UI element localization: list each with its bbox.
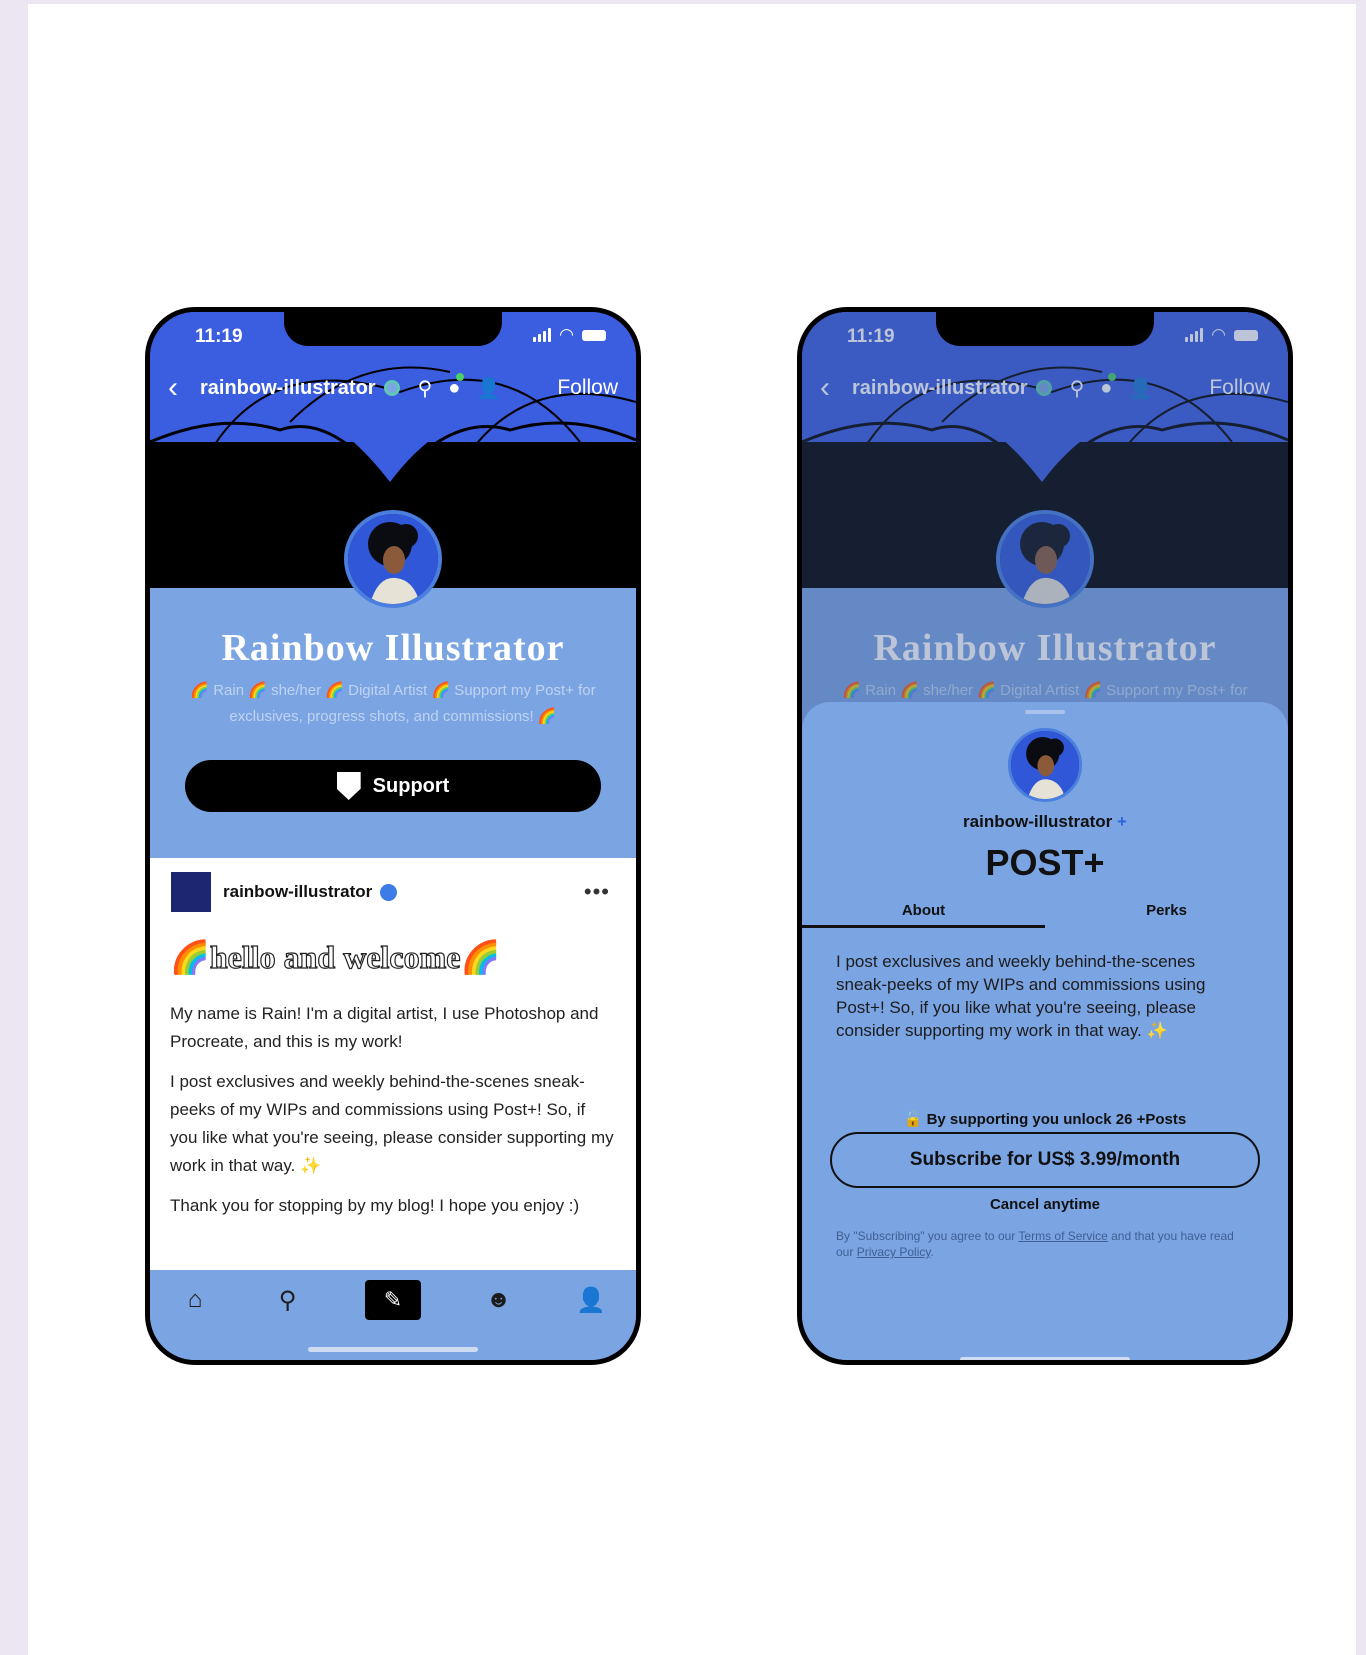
shield-star-icon <box>336 772 361 800</box>
post-header: rainbow-illustrator ••• <box>171 872 610 912</box>
status-time: 11:19 <box>195 326 243 347</box>
post-card: rainbow-illustrator ••• 🌈hello and welco… <box>150 858 636 1274</box>
terms-prefix: By "Subscribing" you agree to our <box>836 1229 1019 1243</box>
sheet-avatar <box>1008 728 1082 802</box>
cancel-note: Cancel anytime <box>989 1196 1101 1213</box>
subscribe-screen: 11:19 ◠ ‹ rainbow-illustrator ⚲ ● 👤 Foll… <box>802 312 1288 1360</box>
home-indicator <box>960 1357 1130 1360</box>
tab-perks[interactable]: Perks <box>1045 898 1288 928</box>
privacy-policy-link[interactable]: Privacy Policy <box>857 1245 931 1259</box>
blog-description: 🌈 Rain 🌈 she/her 🌈 Digital Artist 🌈 Supp… <box>190 682 596 725</box>
system-icons: ◠ <box>533 325 606 344</box>
about-text: I post exclusives and weekly behind-the-… <box>836 952 1206 1040</box>
bottom-tab-bar: ⌂ ⚲ ✎ ☻ 👤 <box>150 1270 636 1360</box>
follow-button[interactable]: Follow <box>557 376 618 400</box>
notch <box>936 312 1154 346</box>
blog-badge-icon <box>383 380 400 396</box>
activity-icon[interactable]: ● <box>448 372 465 400</box>
sheet-grabber[interactable] <box>1025 710 1065 714</box>
signal-icon <box>533 328 552 342</box>
phone-subscribe: 11:19 ◠ ‹ rainbow-illustrator ⚲ ● 👤 Foll… <box>797 307 1293 1365</box>
profile-screen: 11:19 ◠ ‹ rainbow-illustrator ⚲ ● 👤 Foll… <box>150 312 636 1360</box>
nav-handle[interactable]: rainbow-illustrator <box>200 377 376 400</box>
wifi-icon: ◠ <box>559 325 574 344</box>
account-icon[interactable]: 👤 <box>576 1285 606 1315</box>
back-icon[interactable]: ‹ <box>168 373 178 403</box>
search-tab-icon[interactable]: ⚲ <box>273 1285 303 1315</box>
avatar[interactable] <box>344 510 442 608</box>
terms-of-service-link[interactable]: Terms of Service <box>1018 1229 1107 1243</box>
verified-badge-icon <box>380 883 398 901</box>
unlock-note: 🔓 By supporting you unlock 26 +Posts <box>903 1111 1187 1128</box>
sheet-handle: rainbow-illustrator + <box>802 812 1288 832</box>
top-nav: ‹ rainbow-illustrator ⚲ ● 👤 Follow <box>168 370 618 406</box>
support-button[interactable]: Support <box>185 760 601 812</box>
post-paragraph-3: Thank you for stopping by my blog! I hop… <box>170 1196 580 1215</box>
phone-profile: 11:19 ◠ ‹ rainbow-illustrator ⚲ ● 👤 Foll… <box>145 307 641 1365</box>
sheet-handle-text: rainbow-illustrator <box>963 812 1113 831</box>
home-icon[interactable]: ⌂ <box>180 1285 210 1315</box>
post-author[interactable]: rainbow-illustrator <box>223 882 372 902</box>
background-canvas: 11:19 ◠ ‹ rainbow-illustrator ⚲ ● 👤 Foll… <box>28 4 1356 1655</box>
support-label: Support <box>372 774 450 797</box>
notification-dot <box>456 372 465 381</box>
sheet-title: POST+ <box>985 842 1105 883</box>
home-indicator <box>308 1347 478 1352</box>
battery-icon <box>582 329 606 341</box>
compose-pen-icon[interactable]: ✎ <box>365 1280 421 1320</box>
post-title: 🌈hello and welcome🌈 <box>169 938 501 975</box>
subscribe-button[interactable]: Subscribe for US$ 3.99/month <box>830 1132 1260 1188</box>
activity-tab-icon[interactable]: ☻ <box>484 1285 514 1315</box>
terms-suffix: . <box>930 1245 934 1259</box>
person-icon[interactable]: 👤 <box>476 376 501 401</box>
terms-text: By "Subscribing" you agree to our Terms … <box>836 1228 1254 1260</box>
post-paragraph-1: My name is Rain! I'm a digital artist, I… <box>170 1004 599 1051</box>
blog-title: Rainbow Illustrator <box>221 627 565 669</box>
subscribe-sheet: rainbow-illustrator + POST+ About Perks … <box>802 702 1288 1360</box>
post-avatar[interactable] <box>171 872 211 912</box>
search-icon[interactable]: ⚲ <box>418 376 433 401</box>
post-paragraph-2: I post exclusives and weekly behind-the-… <box>170 1072 614 1175</box>
notch <box>284 312 502 346</box>
more-options-icon[interactable]: ••• <box>584 879 610 905</box>
sheet-tabs: About Perks <box>802 898 1288 928</box>
post-plus-icon: + <box>1117 812 1127 831</box>
tab-about[interactable]: About <box>802 898 1045 928</box>
